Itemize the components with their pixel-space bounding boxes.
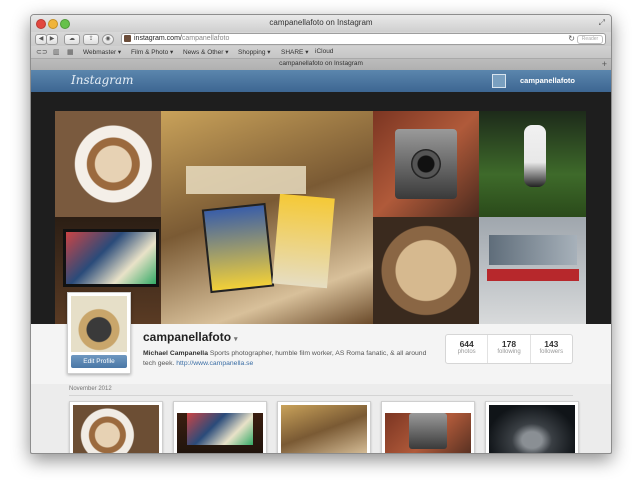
browser-toolbar: ◀ ▶ ☁ ⇪ ◉ instagram.com/campanellafoto ↻… xyxy=(31,32,611,46)
newspaper-headline-bar xyxy=(487,269,579,281)
icloud-tabs-icon[interactable]: ☁ xyxy=(64,34,80,45)
bookmark-news-other[interactable]: News & Other ▾ xyxy=(183,48,229,56)
photo-newspaper[interactable] xyxy=(479,217,586,324)
newspaper-photo xyxy=(489,235,577,265)
badge-card xyxy=(272,193,335,289)
active-tab[interactable]: campanellafoto on Instagram xyxy=(31,60,611,67)
feed-month-label: November 2012 xyxy=(69,386,112,392)
feed-thumb-badges[interactable] xyxy=(277,401,371,453)
feed-thumb-laptop[interactable] xyxy=(173,401,267,453)
site-favicon-icon xyxy=(124,35,131,42)
header-username[interactable]: campanellafoto xyxy=(520,76,575,85)
feed-divider xyxy=(69,395,573,396)
stat-photos[interactable]: 644 photos xyxy=(446,335,487,363)
profile-avatar-frame: Edit Profile xyxy=(67,292,131,374)
fullscreen-icon[interactable]: ⤢ xyxy=(599,18,605,28)
feed-thumb-latte[interactable] xyxy=(69,401,163,453)
header-avatar[interactable] xyxy=(492,74,506,88)
reload-button[interactable]: ↻ xyxy=(568,34,575,43)
reader-button[interactable]: Reader xyxy=(577,35,603,44)
player-figure xyxy=(524,125,546,187)
forward-button[interactable]: ▶ xyxy=(46,34,58,45)
bookmark-icloud[interactable]: iCloud xyxy=(315,48,333,55)
stat-following[interactable]: 178 following xyxy=(487,335,529,363)
profile-bio: Michael Campanella Sports photographer, … xyxy=(143,350,427,367)
profile-section: Edit Profile campanellafoto ▾ Michael Cam… xyxy=(31,292,611,384)
window-title: campanellafoto on Instagram xyxy=(269,18,373,27)
new-tab-button[interactable]: + xyxy=(602,59,607,69)
photo-food[interactable] xyxy=(373,217,479,324)
title-bar: campanellafoto on Instagram ⤢ xyxy=(31,15,611,32)
bookmark-webmaster[interactable]: Webmaster ▾ xyxy=(83,48,121,56)
photo-feed: November 2012 xyxy=(31,384,611,453)
stat-followers[interactable]: 143 followers xyxy=(529,335,572,363)
extension-icon[interactable]: ◉ xyxy=(102,34,114,45)
feed-thumb-camera[interactable] xyxy=(381,401,475,453)
chevron-down-icon[interactable]: ▾ xyxy=(234,336,238,343)
bookmarks-bar: ⊂⊃ ▥ ▦ Webmaster ▾ Film & Photo ▾ News &… xyxy=(31,46,611,59)
bookmark-film-photo[interactable]: Film & Photo ▾ xyxy=(131,48,173,56)
instagram-header: Instagram campanellafoto xyxy=(31,70,611,92)
photo-camera[interactable] xyxy=(373,111,479,217)
bookmark-shopping[interactable]: Shopping ▾ xyxy=(238,48,271,56)
bookmarks-book-icon[interactable]: ▥ xyxy=(53,48,60,56)
badge-shield xyxy=(201,202,275,294)
photo-football[interactable] xyxy=(479,111,586,217)
bookmark-share[interactable]: SHARE ▾ xyxy=(281,48,308,56)
photo-latte[interactable] xyxy=(55,111,161,217)
top-sites-icon[interactable]: ▦ xyxy=(67,48,74,56)
badge-top xyxy=(186,166,306,194)
share-icon[interactable]: ⇪ xyxy=(83,34,99,45)
camera-lens xyxy=(411,149,441,179)
instagram-logo[interactable]: Instagram xyxy=(71,73,134,87)
profile-avatar[interactable] xyxy=(71,296,127,352)
profile-website-link[interactable]: http://www.campanella.se xyxy=(176,360,253,367)
photo-badges[interactable] xyxy=(161,111,373,324)
browser-window: campanellafoto on Instagram ⤢ ◀ ▶ ☁ ⇪ ◉ … xyxy=(30,14,612,454)
photo-mosaic xyxy=(55,111,586,324)
profile-stats: 644 photos 178 following 143 followers xyxy=(445,334,573,364)
page-content: Instagram campanellafoto Edit Profile ca… xyxy=(31,70,611,453)
feed-thumb-stadium[interactable] xyxy=(485,401,579,453)
reading-list-icon[interactable]: ⊂⊃ xyxy=(36,48,48,56)
laptop-screen xyxy=(63,229,159,287)
address-bar[interactable]: instagram.com/campanellafoto ↻ Reader xyxy=(121,33,606,45)
profile-username[interactable]: campanellafoto ▾ xyxy=(143,330,238,344)
edit-profile-button[interactable]: Edit Profile xyxy=(71,355,127,368)
url-text: instagram.com/campanellafoto xyxy=(134,35,230,42)
